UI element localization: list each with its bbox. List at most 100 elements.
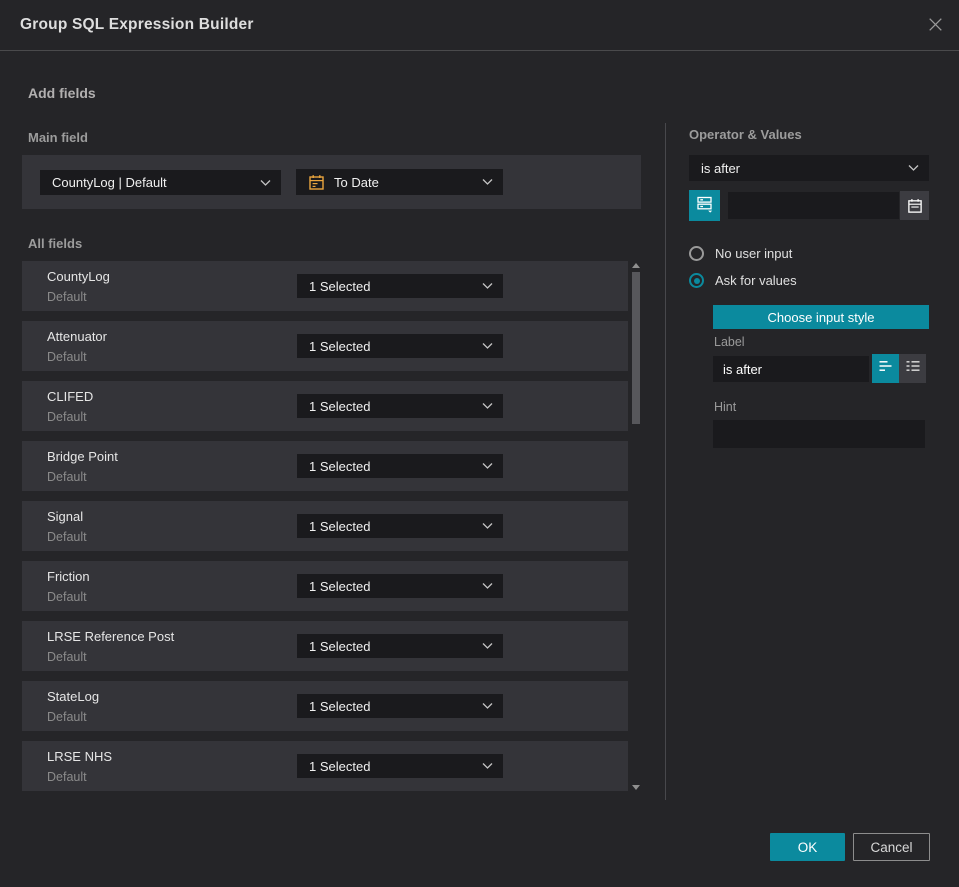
radio-no-user-input[interactable]: No user input [689,246,792,261]
chevron-down-icon [260,179,271,186]
field-selected-dropdown[interactable]: 1 Selected [297,334,503,358]
all-fields-list: CountyLog Default 1 Selected Attenuator … [22,261,628,791]
cancel-button[interactable]: Cancel [853,833,930,861]
chevron-down-icon [482,343,493,349]
field-name: Bridge Point [47,449,118,464]
label-field-label: Label [714,335,745,349]
field-name: Signal [47,509,84,524]
field-row: Attenuator Default 1 Selected [22,321,628,371]
field-row: Bridge Point Default 1 Selected [22,441,628,491]
date-picker-button[interactable] [900,191,929,220]
scrollbar-thumb[interactable] [632,272,640,424]
value-type-menu-button[interactable] [689,190,720,221]
align-left-icon [878,359,894,378]
field-subtitle: Default [47,410,87,424]
field-row: Friction Default 1 Selected [22,561,628,611]
field-subtitle: Default [47,530,87,544]
ok-button[interactable]: OK [770,833,845,861]
date-field-dropdown[interactable]: To Date [296,169,503,195]
field-subtitle: Default [47,590,87,604]
field-name: CountyLog [47,269,110,284]
scroll-down-icon[interactable] [632,785,640,790]
operator-dropdown[interactable]: is after [689,155,929,181]
field-row: LRSE NHS Default 1 Selected [22,741,628,791]
fields-list-scrollbar[interactable] [631,261,641,792]
field-selected-dropdown[interactable]: 1 Selected [297,274,503,298]
field-name: Attenuator [47,329,107,344]
field-row: LRSE Reference Post Default 1 Selected [22,621,628,671]
main-field-label: Main field [28,130,88,145]
add-fields-heading: Add fields [28,85,96,101]
radio-ask-for-values[interactable]: Ask for values [689,273,797,288]
field-row: CLIFED Default 1 Selected [22,381,628,431]
calendar-icon [308,174,325,191]
scroll-up-icon[interactable] [632,263,640,268]
value-input[interactable] [728,192,899,219]
chevron-down-icon [482,179,493,185]
close-icon [926,15,945,39]
date-field-dropdown-value: To Date [334,174,379,190]
field-selected-value: 1 Selected [309,398,371,414]
chevron-down-icon [482,643,493,649]
all-fields-label: All fields [28,236,83,251]
field-subtitle: Default [47,350,87,364]
dialog-title: Group SQL Expression Builder [20,16,254,33]
field-selected-dropdown[interactable]: 1 Selected [297,394,503,418]
chevron-down-icon [482,403,493,409]
close-button[interactable] [923,15,947,39]
field-selected-value: 1 Selected [309,278,371,294]
field-selected-value: 1 Selected [309,518,371,534]
field-row: CountyLog Default 1 Selected [22,261,628,311]
stacked-values-icon [695,194,714,218]
main-field-panel: CountyLog | Default To Date [22,155,641,209]
field-selected-value: 1 Selected [309,458,371,474]
field-selected-dropdown[interactable]: 1 Selected [297,514,503,538]
field-name: LRSE Reference Post [47,629,175,644]
list-icon [905,359,921,378]
choose-input-style-button[interactable]: Choose input style [713,305,929,329]
chevron-down-icon [482,463,493,469]
field-selected-dropdown[interactable]: 1 Selected [297,454,503,478]
vertical-divider [665,123,666,800]
dialog-titlebar: Group SQL Expression Builder [0,0,959,51]
field-selected-value: 1 Selected [309,638,371,654]
radio-no-user-input-label: No user input [715,246,793,261]
hint-input[interactable] [713,420,925,448]
main-field-dropdown[interactable]: CountyLog | Default [40,170,281,195]
list-input-style-button[interactable] [899,354,926,383]
field-subtitle: Default [47,770,87,784]
label-style-toggle [872,354,926,383]
single-input-style-button[interactable] [872,354,899,383]
operator-values-heading: Operator & Values [689,127,802,142]
field-selected-value: 1 Selected [309,698,371,714]
operator-dropdown-value: is after [701,160,741,176]
chevron-down-icon [482,763,493,769]
calendar-icon [907,198,923,214]
field-name: CLIFED [47,389,94,404]
radio-circle-selected [689,273,704,288]
chevron-down-icon [908,165,919,171]
main-field-dropdown-value: CountyLog | Default [52,175,167,190]
field-name: LRSE NHS [47,749,113,764]
field-selected-dropdown[interactable]: 1 Selected [297,634,503,658]
label-input[interactable] [713,356,869,382]
field-subtitle: Default [47,290,87,304]
field-row: StateLog Default 1 Selected [22,681,628,731]
chevron-down-icon [482,583,493,589]
field-subtitle: Default [47,470,87,484]
field-selected-value: 1 Selected [309,578,371,594]
field-selected-dropdown[interactable]: 1 Selected [297,694,503,718]
field-selected-value: 1 Selected [309,338,371,354]
chevron-down-icon [482,283,493,289]
field-name: Friction [47,569,90,584]
hint-field-label: Hint [714,400,737,414]
field-selected-value: 1 Selected [309,758,371,774]
field-selected-dropdown[interactable]: 1 Selected [297,754,503,778]
radio-ask-for-values-label: Ask for values [715,273,797,288]
chevron-down-icon [482,703,493,709]
chevron-down-icon [482,523,493,529]
field-selected-dropdown[interactable]: 1 Selected [297,574,503,598]
field-subtitle: Default [47,650,87,664]
field-row: Signal Default 1 Selected [22,501,628,551]
field-name: StateLog [47,689,100,704]
